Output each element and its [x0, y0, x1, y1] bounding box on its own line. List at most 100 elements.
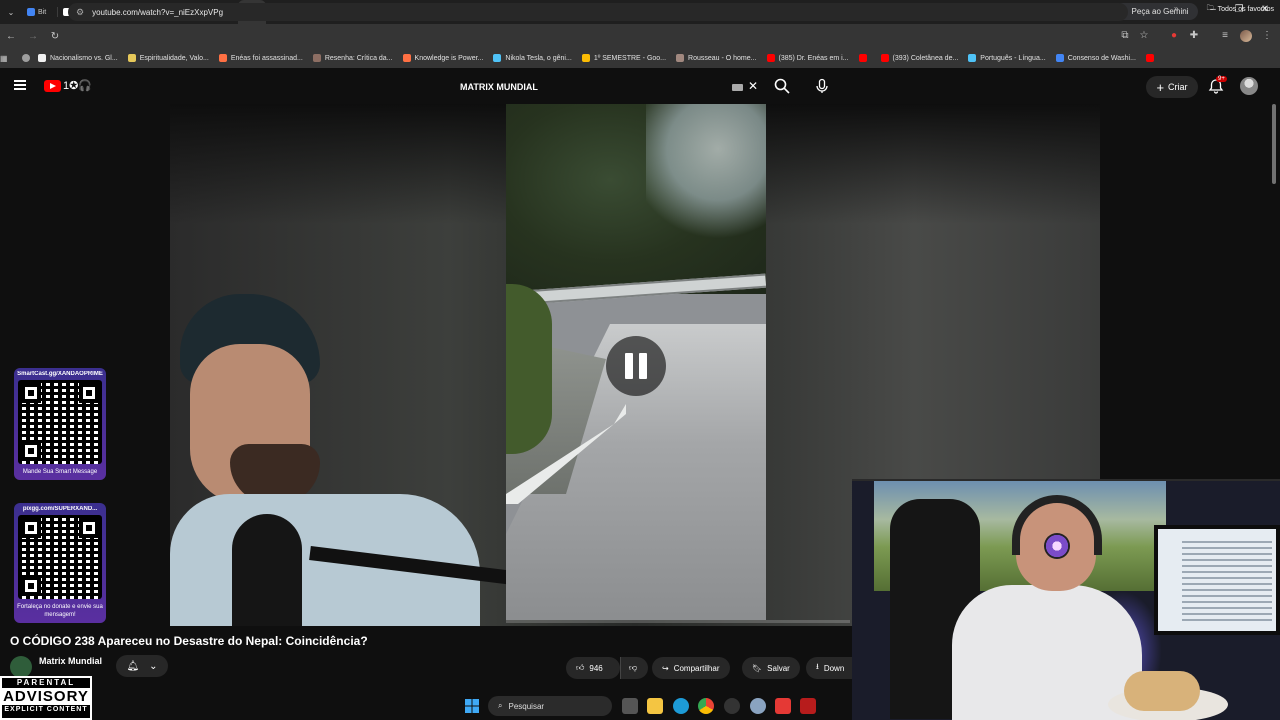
bookmark-label: Enéas foi assassinad... [230, 54, 303, 62]
bookmark-item[interactable]: Nacionalismo vs. Gl... [38, 54, 118, 62]
dislike-button[interactable]: 👎︎ [620, 657, 648, 679]
address-bar[interactable]: ⚙ youtube.com/watch?v=_niEzXxpVPg [68, 3, 1128, 21]
app-red-icon[interactable] [775, 698, 791, 714]
channel-name[interactable]: Matrix Mundial [39, 656, 102, 666]
bookmark-icon: 🔖︎ [752, 663, 763, 673]
subscription-bell-button[interactable]: 🔔︎ ⌄ [116, 655, 168, 677]
video-progress-bar[interactable] [506, 620, 850, 623]
bookmarks-bar: ▦ Nacionalismo vs. Gl... Espiritualidade,… [0, 48, 1280, 68]
pause-icon[interactable] [606, 336, 666, 396]
account-avatar[interactable] [1240, 77, 1258, 95]
bookmark-favicon-icon [968, 54, 977, 62]
bookmark-item[interactable]: 1º SEMESTRE - Goo... [581, 54, 667, 62]
bookmark-item[interactable]: Espiritualidade, Valo... [127, 54, 209, 62]
bookmark-item[interactable]: Nikola Tesla, o gêni... [493, 54, 572, 62]
bookmark-item[interactable]: Resenha: Crítica da... [312, 54, 393, 62]
thumbs-up-icon: 👍︎ [576, 663, 585, 672]
bookmark-favicon-icon [127, 54, 136, 62]
qr-code-image [18, 515, 102, 599]
bookmark-label: Nikola Tesla, o gêni... [505, 54, 572, 62]
bookmark-item[interactable] [1145, 54, 1158, 62]
chrome-icon[interactable] [698, 698, 714, 714]
qr-url: pixgg.com/SUPERXAND... [22, 506, 98, 512]
bookmark-item[interactable]: (385) Dr. Enéas em i... [766, 54, 849, 62]
like-button[interactable]: 👍︎ 946 [566, 657, 620, 679]
search-icon: ⌕ [498, 701, 503, 710]
file-explorer-icon[interactable] [647, 698, 663, 714]
menu-hamburger-icon[interactable] [14, 80, 26, 90]
bookmark-label: Nacionalismo vs. Gl... [50, 54, 118, 62]
app-l-icon[interactable] [800, 698, 816, 714]
bookmark-item[interactable]: Consenso de Washi... [1055, 54, 1136, 62]
browser-menu-icon[interactable]: ⋮ [1259, 30, 1275, 41]
page-scrollbar[interactable] [1272, 104, 1276, 184]
download-icon: ⭳ [816, 662, 819, 671]
bookmark-item[interactable]: (393) Coletânea de... [880, 54, 958, 62]
browser-tab[interactable]: Bit [22, 0, 58, 24]
gemini-label: Peça ao Gemini [1131, 7, 1189, 16]
bookmark-item[interactable]: Rousseau - O home... [676, 54, 757, 62]
bookmark-item[interactable]: Português - Língua... [968, 54, 1046, 62]
qr-caption: Fortaleça no donate e envie sua mensagem… [17, 604, 103, 618]
bookmark-label: Resenha: Crítica da... [324, 54, 393, 62]
bookmark-favicon-icon [1055, 54, 1064, 62]
site-info-icon[interactable]: ⚙ [76, 7, 84, 18]
install-app-icon[interactable]: ⧉ [1117, 30, 1133, 41]
channel-avatar[interactable] [10, 656, 32, 678]
bookmark-item[interactable] [858, 54, 871, 62]
tab-search-dropdown[interactable]: ⌄ [0, 8, 22, 17]
edge-icon[interactable] [673, 698, 689, 714]
more-bookmarks-chevron-icon[interactable]: » [1174, 4, 1178, 13]
bookmark-favicon-icon [38, 54, 46, 62]
reading-list-icon[interactable]: ≡ [1217, 30, 1233, 41]
plus-icon: + [1156, 79, 1165, 95]
streamer-webcam-overlay [852, 479, 1280, 720]
parental-advisory-logo: PARENTAL ADVISORY EXPLICIT CONTENT [0, 676, 92, 720]
bookmark-item[interactable]: Knowledge is Power... [402, 54, 484, 62]
all-bookmarks-folder[interactable]: 🗀 Todos os favoritos [1207, 4, 1274, 15]
youtube-logo-icon[interactable] [44, 80, 61, 92]
extensions-puzzle-icon[interactable]: ✚ [1186, 30, 1202, 41]
reload-button[interactable]: ↻ [44, 31, 66, 42]
bookmark-label: Knowledge is Power... [414, 54, 484, 62]
forward-button[interactable]: → [22, 31, 44, 42]
bookmark-item[interactable]: Enéas foi assassinad... [218, 54, 303, 62]
profile-avatar[interactable] [1238, 30, 1254, 45]
bookmark-favicon-icon [402, 54, 411, 62]
create-button[interactable]: + Criar [1146, 76, 1198, 98]
obs-icon[interactable] [724, 698, 740, 714]
search-query: MATRIX MUNDIAL [460, 82, 538, 92]
bookmark-label: Português - Língua... [980, 54, 1046, 62]
bookmark-label: Rousseau - O home... [688, 54, 757, 62]
share-button[interactable]: ↪ Compartilhar [652, 657, 730, 679]
microphone-icon[interactable] [814, 78, 830, 94]
bookmark-label: Consenso de Washi... [1067, 54, 1136, 62]
qr-panel-pix: pixgg.com/SUPERXAND... Fortaleça no dona… [14, 503, 106, 623]
clear-search-icon[interactable]: ✕ [748, 79, 758, 93]
bookmark-star-icon[interactable]: ☆ [1136, 30, 1152, 41]
browser-toolbar: ← → ↻ [0, 24, 1280, 48]
all-bookmarks-label: Todos os favoritos [1217, 6, 1274, 13]
create-label: Criar [1168, 82, 1188, 92]
bookmark-label: 1º SEMESTRE - Goo... [593, 54, 667, 62]
screen: ⌄ BitLojSpPivSm(10✕(10Ins(10(10(10(10Yo(… [0, 0, 1280, 720]
youtube-logo-suffix: 1✪🎧 [63, 80, 93, 92]
youtube-header: 1✪🎧 MATRIX MUNDIAL [0, 68, 1280, 104]
bookmark-label: Espiritualidade, Valo... [139, 54, 209, 62]
keyboard-icon[interactable] [732, 84, 743, 91]
apps-grid-icon[interactable]: ▦ [0, 54, 22, 63]
bell-icon: 🔔︎ [126, 660, 140, 672]
back-button[interactable]: ← [0, 31, 22, 42]
search-icon[interactable] [774, 78, 790, 94]
taskbar-search-label: Pesquisar [508, 701, 545, 711]
search-input[interactable]: MATRIX MUNDIAL [450, 76, 768, 98]
task-view-icon[interactable] [622, 698, 638, 714]
bookmark-chrome-icon[interactable] [22, 54, 30, 62]
settings-gear-icon[interactable] [750, 698, 766, 714]
bookmark-favicon-icon [676, 54, 685, 62]
windows-start-icon[interactable] [464, 698, 480, 714]
download-button[interactable]: ⭳ Down [806, 657, 852, 679]
save-button[interactable]: 🔖︎ Salvar [742, 657, 800, 679]
taskbar-search-input[interactable]: ⌕ Pesquisar [488, 696, 612, 716]
extension-red-icon[interactable]: ● [1166, 30, 1182, 41]
